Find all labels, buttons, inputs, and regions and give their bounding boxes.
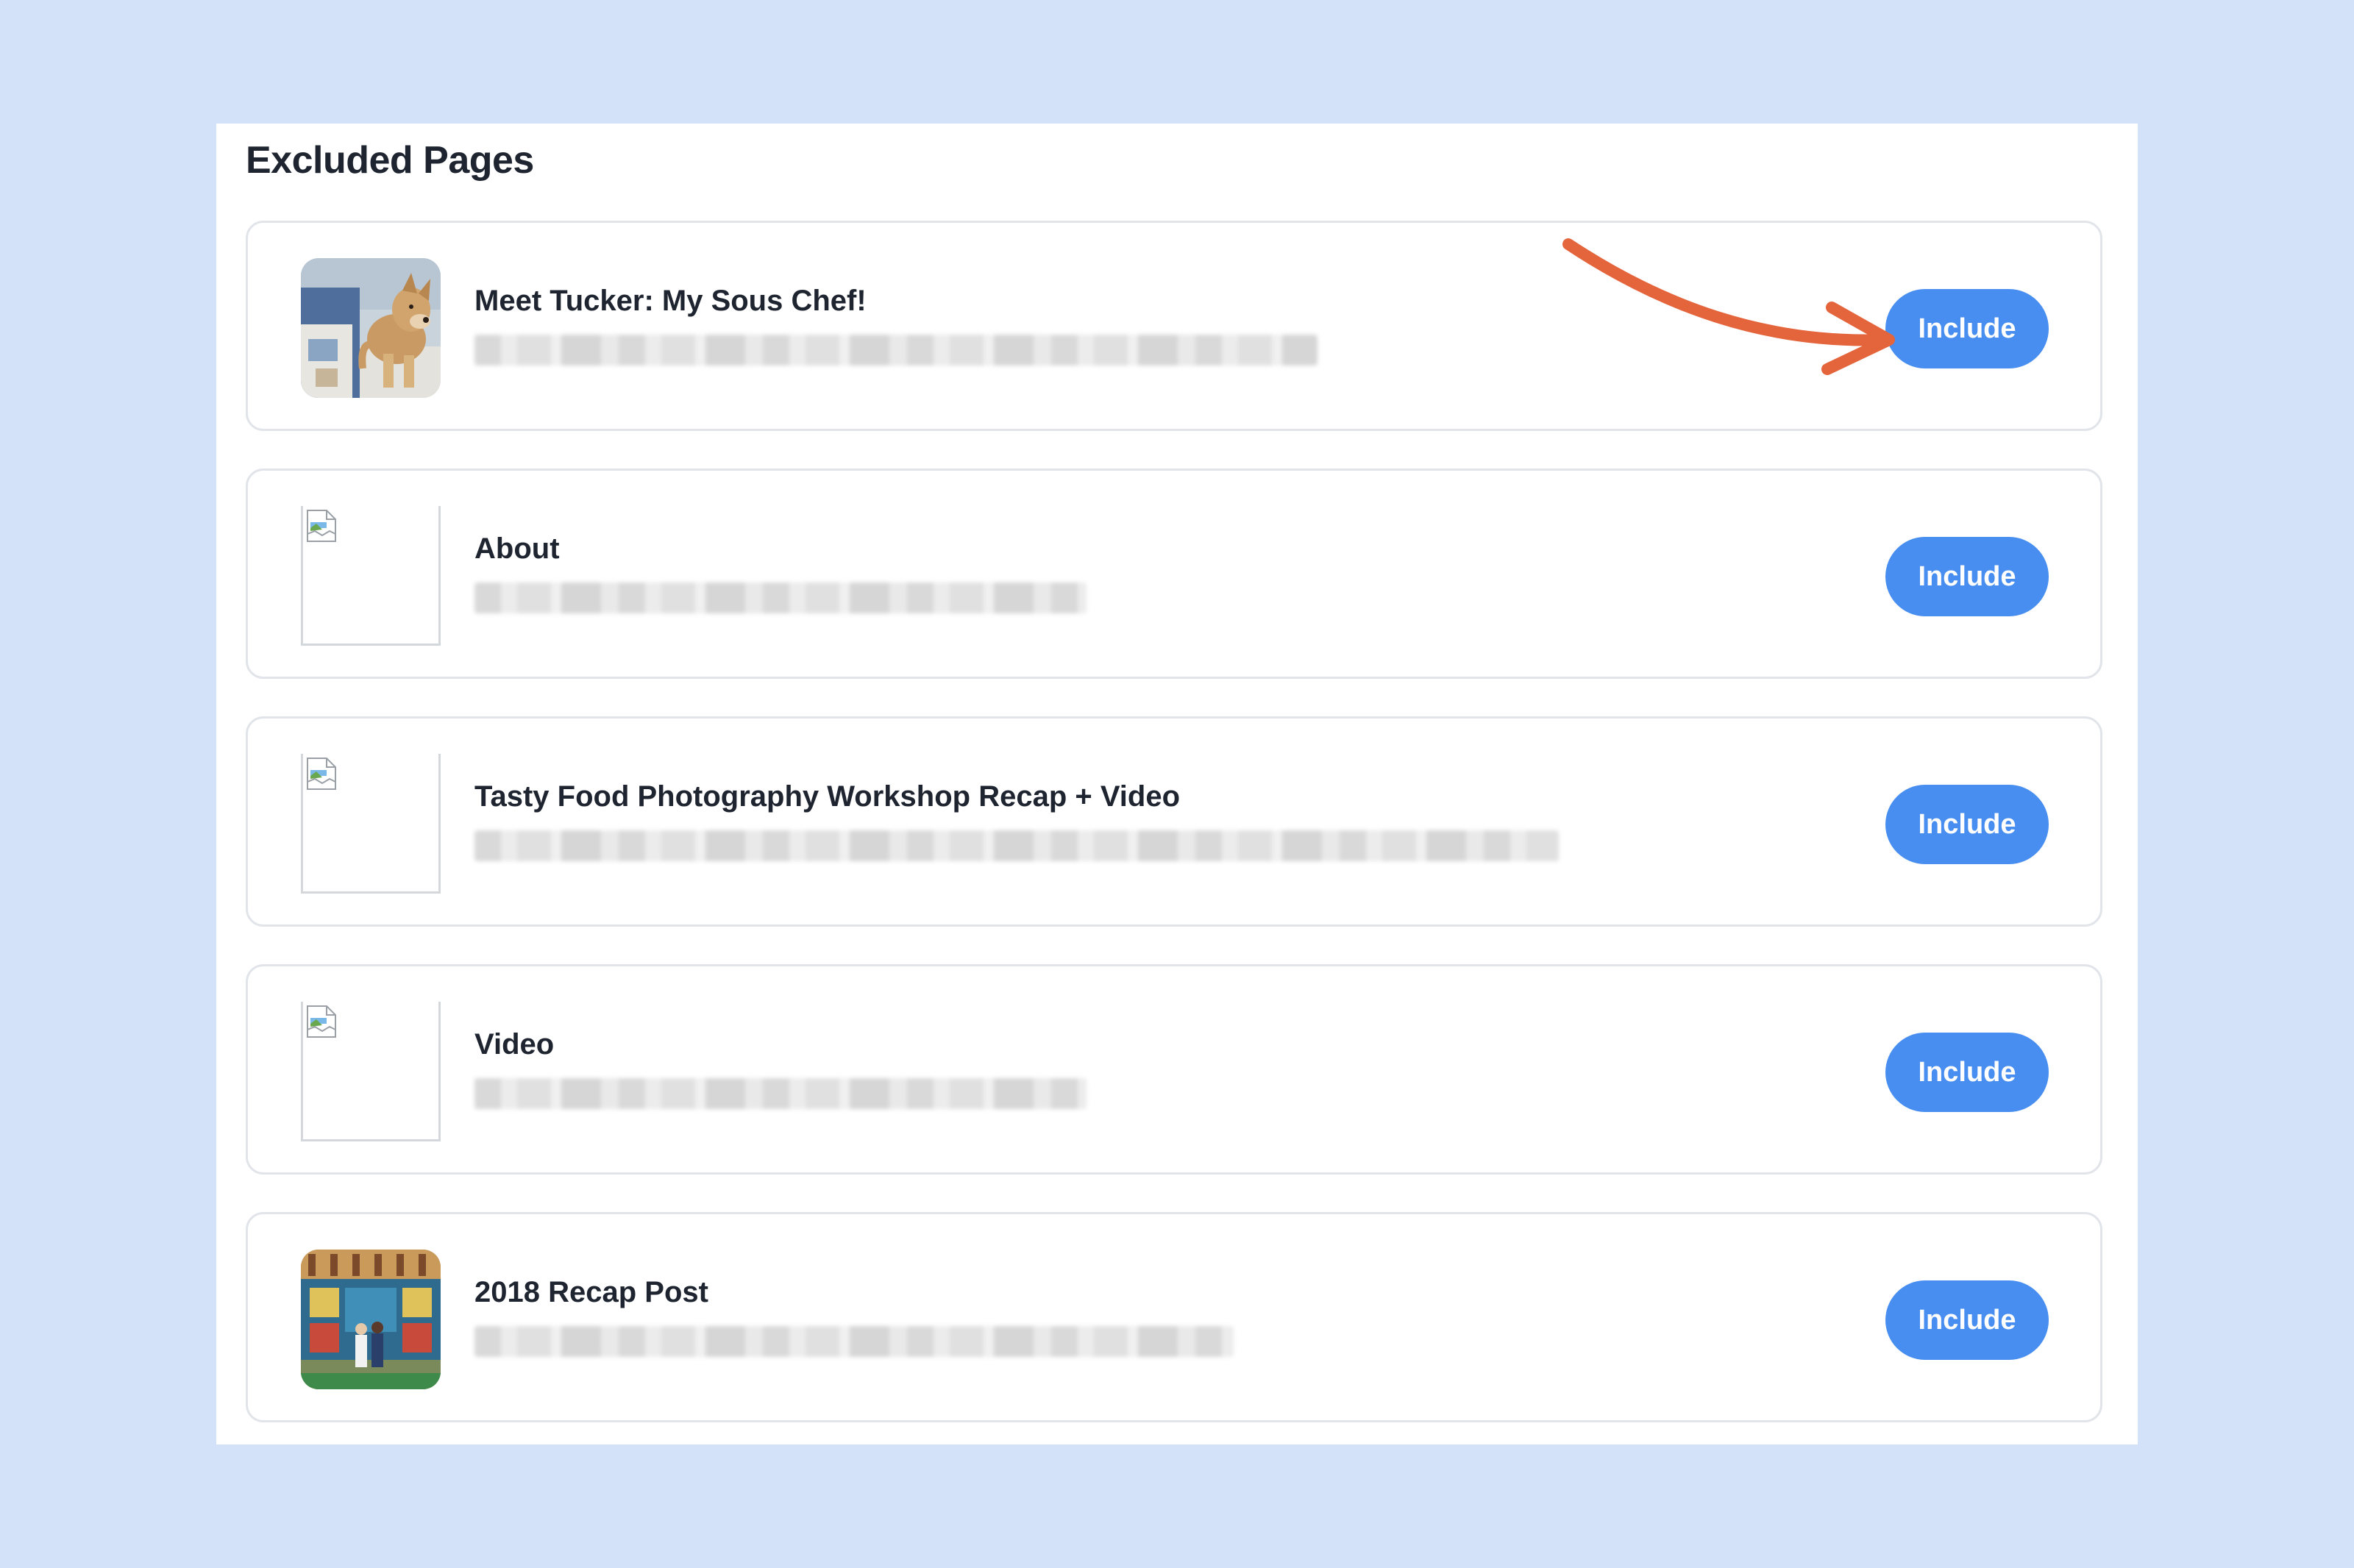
include-button[interactable]: Include bbox=[1885, 785, 2049, 864]
page-url-blurred[interactable] bbox=[474, 582, 1087, 613]
include-button[interactable]: Include bbox=[1885, 1033, 2049, 1112]
include-button[interactable]: Include bbox=[1885, 289, 2049, 368]
page-url-blurred[interactable] bbox=[474, 830, 1559, 861]
page-title: Tasty Food Photography Workshop Recap + … bbox=[474, 780, 1181, 813]
page-card: About Include bbox=[246, 468, 2102, 679]
include-button[interactable]: Include bbox=[1885, 537, 2049, 616]
page-thumbnail-broken bbox=[301, 1002, 441, 1141]
page-url-blurred[interactable] bbox=[474, 1326, 1234, 1357]
page-card: 2018 Recap Post Include bbox=[246, 1212, 2102, 1422]
page-url-blurred[interactable] bbox=[474, 1078, 1087, 1109]
page-card: Tasty Food Photography Workshop Recap + … bbox=[246, 716, 2102, 927]
panel-title: Excluded Pages bbox=[246, 139, 534, 182]
page-title: Video bbox=[474, 1028, 555, 1061]
page-thumbnail-broken bbox=[301, 754, 441, 894]
excluded-pages-panel: Excluded Pages Meet Tucker: My Sous Chef… bbox=[216, 124, 2138, 1444]
tiled-plaza-photo bbox=[301, 1250, 441, 1389]
page-url-blurred[interactable] bbox=[474, 335, 1318, 366]
page-title: 2018 Recap Post bbox=[474, 1276, 708, 1308]
page-title: Meet Tucker: My Sous Chef! bbox=[474, 285, 867, 317]
broken-image-icon bbox=[307, 510, 336, 542]
page-card: Video Include bbox=[246, 964, 2102, 1175]
page-thumbnail-plaza bbox=[301, 1250, 441, 1389]
broken-image-icon bbox=[307, 758, 336, 790]
page-thumbnail-broken bbox=[301, 506, 441, 646]
page-card: Meet Tucker: My Sous Chef! Include bbox=[246, 221, 2102, 431]
page-thumbnail-dog bbox=[301, 258, 441, 398]
page-title: About bbox=[474, 532, 560, 565]
include-button[interactable]: Include bbox=[1885, 1280, 2049, 1360]
dog-photo-image bbox=[301, 258, 441, 398]
broken-image-icon bbox=[307, 1005, 336, 1038]
